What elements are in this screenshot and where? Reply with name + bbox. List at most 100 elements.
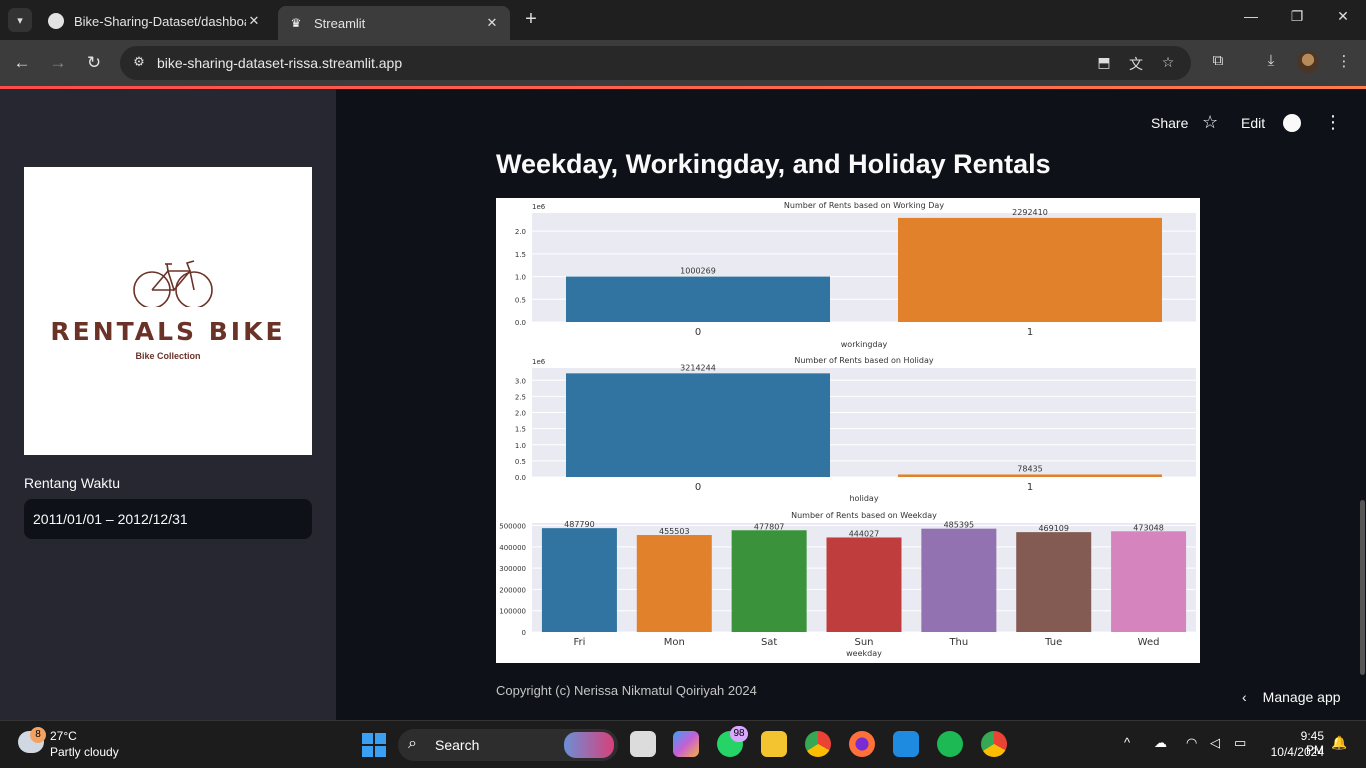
y-tick-label: 3.0 (515, 377, 526, 385)
profile-avatar[interactable] (1297, 51, 1319, 73)
x-tick-label: Thu (948, 637, 968, 648)
y-tick-label: 2.5 (515, 393, 526, 401)
wifi-icon[interactable]: ◠ (1186, 735, 1197, 751)
x-axis-label: workingday (841, 340, 888, 349)
bar (1016, 532, 1092, 632)
manage-app-button[interactable]: ‹ Manage app (1242, 689, 1341, 705)
bar (731, 530, 807, 632)
bookmark-star-icon[interactable]: ☆ (1158, 54, 1178, 74)
rentals-bike-logo: RENTALS BIKE Bike Collection (24, 167, 312, 455)
url-text[interactable]: bike-sharing-dataset-rissa.streamlit.app (157, 55, 402, 71)
site-info-icon[interactable]: ⚙ (130, 54, 148, 72)
github-icon[interactable] (1283, 114, 1301, 132)
task-view-icon[interactable] (630, 731, 656, 757)
browser-toolbar: ← → ↻ ⚙ bike-sharing-dataset-rissa.strea… (0, 40, 1366, 86)
windows-start-icon[interactable] (362, 733, 386, 757)
chrome-icon[interactable] (805, 731, 831, 757)
date-range-input[interactable]: 2011/01/01 – 2012/12/31 (24, 499, 312, 539)
close-tab-icon[interactable]: ✕ (246, 13, 262, 29)
translate-icon[interactable]: 文 (1126, 54, 1146, 74)
main-menu-icon[interactable]: ⋮ (1324, 112, 1342, 133)
battery-icon[interactable]: ▭ (1234, 735, 1246, 751)
back-icon[interactable]: ← (10, 52, 34, 76)
chart-title: Number of Rents based on Weekday (791, 511, 937, 520)
minimize-icon[interactable]: — (1236, 8, 1266, 24)
y-tick-label: 1.0 (515, 442, 526, 450)
x-tick-label: Wed (1138, 637, 1160, 648)
data-label: 473048 (1133, 523, 1164, 532)
y-tick-label: 0.0 (515, 474, 526, 482)
tab-title: Streamlit (314, 15, 366, 31)
bar (1111, 531, 1187, 632)
bar (566, 373, 830, 477)
forward-icon[interactable]: → (46, 52, 70, 76)
new-tab-button[interactable]: + (520, 9, 542, 31)
x-tick-label: Mon (664, 637, 685, 648)
date-range-label: Rentang Waktu (24, 475, 120, 491)
sidebar: RENTALS BIKE Bike Collection Rentang Wak… (0, 89, 336, 720)
bar (921, 528, 997, 632)
y-scale-label: 1e6 (532, 203, 546, 211)
x-tick-label: Sun (854, 637, 873, 648)
logo-subtitle: Bike Collection (135, 351, 201, 361)
data-label: 487790 (564, 520, 595, 529)
notification-bell-icon[interactable]: 🔔 (1331, 735, 1347, 751)
address-bar[interactable]: ⚙ bike-sharing-dataset-rissa.streamlit.a… (120, 46, 1191, 80)
extensions-icon[interactable]: ⧉ (1207, 52, 1229, 74)
rentals-charts: 0.0 0.5 1.0 1.5 2.0 1e6 Number of Rents based … (499, 201, 1196, 658)
browser-tab-bar: ▾ Bike-Sharing-Dataset/dashboard ✕ ♛ Str… (0, 0, 1366, 40)
github-icon (48, 13, 64, 29)
close-tab-icon[interactable]: ✕ (484, 15, 500, 31)
data-label: 3214244 (680, 363, 716, 372)
firefox-icon[interactable] (849, 731, 875, 757)
x-tick-label: 0 (695, 482, 701, 493)
tab-streamlit[interactable]: ♛ Streamlit ✕ (278, 6, 510, 40)
tray-chevron-up-icon[interactable]: ^ (1124, 735, 1130, 750)
edit-button[interactable]: Edit (1241, 115, 1265, 131)
bicycle-icon (133, 260, 213, 307)
weather-desc[interactable]: Partly cloudy (50, 745, 119, 759)
y-tick-label: 200000 (499, 586, 526, 594)
bar (898, 474, 1162, 477)
reload-icon[interactable]: ↻ (82, 52, 106, 76)
clock-date[interactable]: 10/4/2024 (1266, 745, 1324, 759)
file-explorer-icon[interactable] (761, 731, 787, 757)
onedrive-icon[interactable]: ☁ (1154, 735, 1167, 751)
chrome-profile-icon[interactable] (981, 731, 1007, 757)
close-window-icon[interactable]: ✕ (1328, 8, 1358, 25)
copyright-text: Copyright (c) Nerissa Nikmatul Qoiriyah … (496, 683, 757, 698)
tab-search-menu-button[interactable]: ▾ (8, 8, 32, 32)
taskbar-search[interactable]: ⌕ Search (398, 729, 618, 761)
x-tick-label: 1 (1027, 327, 1033, 338)
restore-icon[interactable]: ❐ (1282, 8, 1312, 25)
data-label: 444027 (849, 529, 880, 538)
weather-temp[interactable]: 27°C (50, 729, 77, 743)
x-tick-label: 1 (1027, 482, 1033, 493)
copilot-icon[interactable] (673, 731, 699, 757)
bar (541, 528, 617, 632)
chart-title: Number of Rents based on Holiday (794, 356, 934, 365)
chevron-left-icon: ‹ (1242, 689, 1247, 705)
volume-icon[interactable]: ◁ (1210, 735, 1220, 751)
search-icon: ⌕ (408, 735, 417, 752)
downloads-icon[interactable]: ⤓ (1260, 52, 1282, 74)
streamlit-icon: ♛ (290, 16, 302, 30)
spotify-icon[interactable] (937, 731, 963, 757)
data-label: 469109 (1038, 524, 1069, 533)
bar (566, 276, 830, 322)
page-scrollbar[interactable] (1360, 500, 1365, 675)
bar (898, 217, 1162, 322)
manage-app-label: Manage app (1262, 689, 1341, 705)
share-button[interactable]: Share (1151, 115, 1188, 131)
star-icon[interactable]: ☆ (1202, 112, 1218, 133)
y-tick-label: 1.0 (515, 274, 526, 282)
y-tick-label: 0.5 (515, 458, 526, 466)
browser-menu-icon[interactable]: ⋮ (1333, 52, 1355, 74)
y-tick-label: 0.5 (515, 296, 526, 304)
tab-github[interactable]: Bike-Sharing-Dataset/dashboard ✕ (38, 6, 272, 36)
data-label: 1000269 (680, 267, 716, 276)
y-tick-label: 300000 (499, 565, 526, 573)
install-app-icon[interactable]: ⬒ (1094, 54, 1114, 74)
notepad-icon[interactable] (893, 731, 919, 757)
page-title: Weekday, Workingday, and Holiday Rentals (496, 149, 1051, 179)
